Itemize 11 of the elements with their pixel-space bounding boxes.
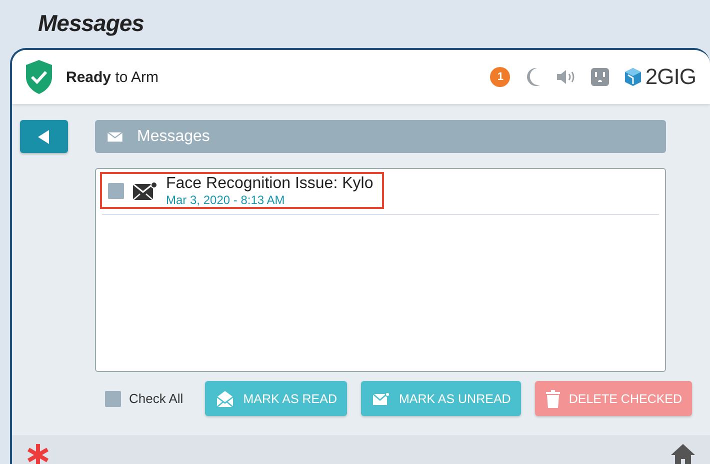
message-subject[interactable]: Face Recognition Issue: Kylo (166, 174, 374, 192)
check-all-label: Check All (129, 391, 184, 406)
read-button[interactable]: MARK AS READ (205, 381, 347, 416)
alert-badge[interactable]: 1 (490, 67, 510, 87)
message-date: Mar 3, 2020 - 8:13 AM (166, 192, 286, 206)
delete-button[interactable]: DELETE CHECKED (534, 381, 692, 416)
panel-title: Messages (137, 128, 210, 146)
arm-status: Ready to Arm (66, 68, 160, 86)
brand-logo: 2GIG (645, 64, 696, 90)
page-title: Messages (38, 10, 144, 36)
unread-button[interactable]: MARK AS UNREAD (360, 381, 521, 416)
